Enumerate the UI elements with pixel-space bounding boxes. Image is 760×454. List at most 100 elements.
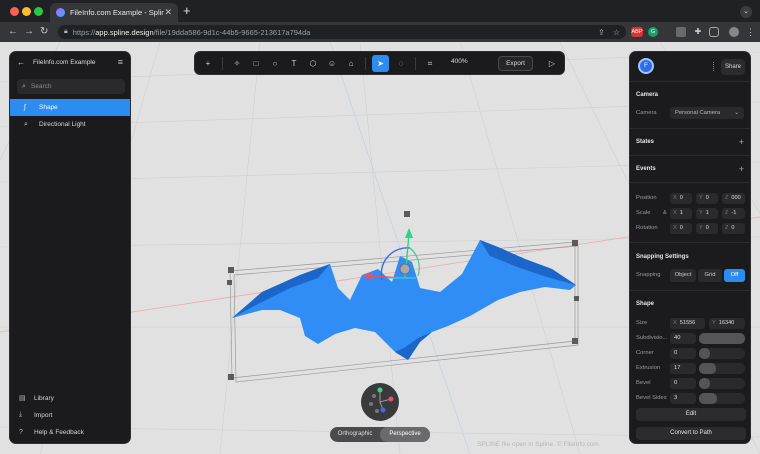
position-y-field[interactable]: Y0 <box>696 193 718 204</box>
extrusion-field[interactable]: 17 <box>670 363 696 374</box>
text-tool-icon[interactable]: T <box>287 57 301 70</box>
right-panel: F Share Camera Camera Personal Camera ⌄ … <box>629 51 751 444</box>
extensions-puzzle-icon[interactable]: ✚ <box>693 27 703 37</box>
size-x-field[interactable]: X 51556 <box>670 318 705 329</box>
extrusion-label: Extrusion <box>636 365 661 371</box>
extension-box-icon[interactable] <box>676 27 686 37</box>
scale-z-field[interactable]: Z -1 <box>722 208 745 219</box>
layer-label: Shape <box>39 104 58 111</box>
bat-shape[interactable] <box>232 240 576 360</box>
edit-button[interactable]: Edit <box>636 408 746 421</box>
new-tab-button[interactable]: + <box>183 4 191 18</box>
maximize-window-button[interactable] <box>34 7 43 16</box>
library-link[interactable]: ▤ Library <box>10 390 130 406</box>
bevel-sides-field[interactable]: 3 <box>670 393 696 404</box>
side-panel-icon[interactable] <box>709 27 719 37</box>
tab-close-icon[interactable]: ✕ <box>164 7 172 18</box>
back-arrow-icon[interactable]: ← <box>17 58 25 67</box>
add-state-icon[interactable]: + <box>739 138 744 147</box>
grammarly-extension-icon[interactable]: G <box>648 27 658 37</box>
orthographic-option[interactable]: Orthographic <box>330 427 380 442</box>
bevel-field[interactable]: 0 <box>670 378 696 389</box>
browser-tab-bar: FileInfo.com Example - Spline ✕ + ⌄ <box>0 0 760 22</box>
bevel-sides-label: Bevel Sides <box>636 395 667 401</box>
add-object-icon[interactable]: + <box>201 57 215 70</box>
size-y-field[interactable]: Y 16340 <box>709 318 745 329</box>
rotation-x-field[interactable]: X0 <box>670 223 692 234</box>
light-icon: ⌕ <box>24 120 28 128</box>
minimize-window-button[interactable] <box>22 7 31 16</box>
bevel-slider[interactable] <box>699 378 745 389</box>
camera-label: Camera <box>636 110 657 116</box>
import-link[interactable]: ⤓ Import <box>10 407 130 423</box>
back-icon[interactable]: ← <box>8 25 18 39</box>
subdivisions-slider[interactable] <box>699 333 745 344</box>
search-placeholder: Search <box>30 83 52 90</box>
play-icon[interactable]: ▷ <box>545 57 559 70</box>
more-dots-icon[interactable] <box>713 62 715 71</box>
snapping-object-option[interactable]: Object <box>670 269 696 282</box>
url-path: /file/19dda586-9d1c-44b5-9665-213617a794… <box>153 27 311 37</box>
search-input[interactable]: ⌕ Search <box>17 79 125 94</box>
url-host: app.spline.design <box>95 27 154 37</box>
camera-value: Personal Camera <box>675 110 721 116</box>
corner-field[interactable]: 0 <box>670 348 696 359</box>
bevel-sides-slider[interactable] <box>699 393 745 404</box>
tab-search-icon[interactable]: ⌄ <box>740 6 752 18</box>
view-mode-toggle: Orthographic Perspective <box>330 427 430 442</box>
share-page-icon[interactable]: ⇪ <box>598 28 605 37</box>
layer-label: Directional Light <box>39 121 86 128</box>
profile-avatar[interactable] <box>729 27 739 37</box>
rotation-z-field[interactable]: Z0 <box>722 223 745 234</box>
url-input[interactable]: 🔒︎ https://app.spline.design/file/19dda5… <box>58 25 626 39</box>
close-window-button[interactable] <box>10 7 19 16</box>
extrusion-slider[interactable] <box>699 363 745 374</box>
ellipse-tool-icon[interactable]: ○ <box>268 57 282 70</box>
states-section-title: States <box>636 139 655 145</box>
adblock-extension-icon[interactable]: ABP <box>631 27 643 37</box>
spline-favicon-icon <box>56 8 65 17</box>
layer-item-shape[interactable]: ∫ Shape <box>10 99 130 116</box>
add-event-icon[interactable]: + <box>739 165 744 174</box>
search-icon: ⌕ <box>22 82 26 90</box>
user-avatar[interactable]: F <box>638 58 654 74</box>
subdivisions-field[interactable]: 40 <box>670 333 696 344</box>
size-label: Size <box>636 320 648 326</box>
help-feedback-link[interactable]: ? Help & Feedback <box>10 424 130 440</box>
convert-to-path-button[interactable]: Convert to Path <box>636 427 746 440</box>
comment-tool-icon[interactable]: ◌ <box>394 57 408 70</box>
component-tool-icon[interactable]: ⬡ <box>306 57 320 70</box>
magic-icon[interactable]: ✧ <box>230 57 244 70</box>
scale-y-field[interactable]: Y1 <box>696 208 718 219</box>
snapping-off-option[interactable]: Off <box>724 269 745 282</box>
browser-tab[interactable]: FileInfo.com Example - Spline ✕ <box>50 3 178 22</box>
rotation-label: Rotation <box>636 225 658 231</box>
browser-menu-icon[interactable]: ⋮ <box>746 27 755 37</box>
bevel-label: Bevel <box>636 380 651 386</box>
bookmark-star-icon[interactable]: ☆ <box>613 28 620 37</box>
select-tool-icon[interactable]: ➤ <box>372 55 389 72</box>
rectangle-tool-icon[interactable]: □ <box>249 57 263 70</box>
reload-icon[interactable]: ↻ <box>40 25 48 39</box>
position-x-field[interactable]: X0 <box>670 193 692 204</box>
zoom-level[interactable]: 400% <box>451 58 468 65</box>
snapping-grid-option[interactable]: Grid <box>698 269 722 282</box>
import-icon: ⤓ <box>19 411 23 418</box>
emoji-tool-icon[interactable]: ☺ <box>325 57 339 70</box>
position-z-field[interactable]: Z 000 <box>722 193 745 204</box>
link-scale-icon[interactable]: & <box>663 210 667 216</box>
layer-item-directional-light[interactable]: ⌕ Directional Light <box>10 116 130 133</box>
scale-x-field[interactable]: X1 <box>670 208 692 219</box>
hamburger-menu-icon[interactable]: ≡ <box>118 57 123 67</box>
camera-select[interactable]: Personal Camera ⌄ <box>670 107 744 119</box>
frame-tool-icon[interactable]: ⌗ <box>423 57 437 70</box>
share-button[interactable]: Share <box>721 59 745 75</box>
rotation-y-field[interactable]: Y0 <box>696 223 718 234</box>
tag-tool-icon[interactable]: ⌂ <box>344 57 358 70</box>
orientation-gizmo[interactable] <box>361 383 399 421</box>
snapping-label: Snapping <box>636 272 661 278</box>
perspective-option[interactable]: Perspective <box>380 427 430 442</box>
corner-slider[interactable] <box>699 348 745 359</box>
forward-icon[interactable]: → <box>24 25 34 39</box>
export-button[interactable]: Export <box>498 56 533 71</box>
